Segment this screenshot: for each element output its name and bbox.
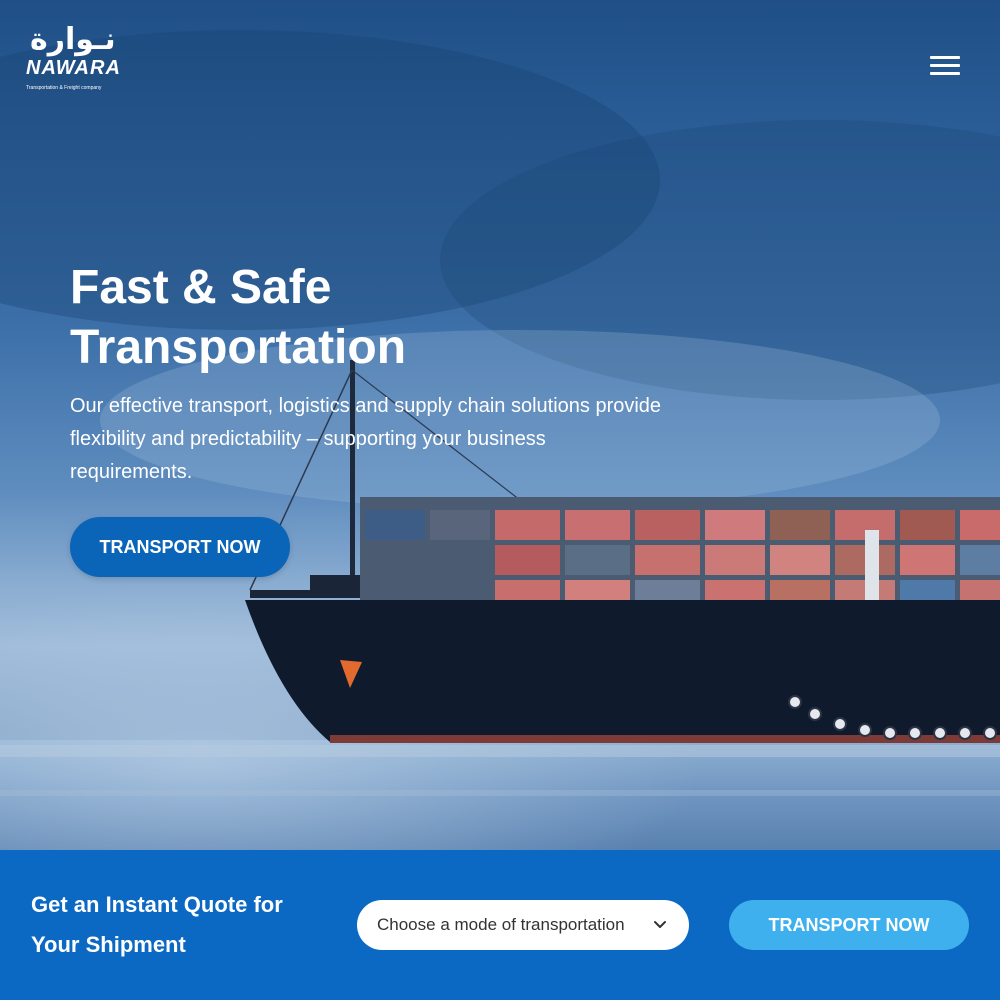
transport-mode-select[interactable]: Choose a mode of transportation <box>357 900 689 950</box>
logo-tagline: Transportation & Freight company <box>26 85 102 91</box>
nawara-logo[interactable]: نـوارة NAWARA Transportation & Freight c… <box>26 24 126 96</box>
transport-mode-select-value: Choose a mode of transportation <box>377 915 625 934</box>
ship-hull <box>245 600 1000 742</box>
hero-description: Our effective transport, logistics and s… <box>70 395 662 483</box>
hero-title-line-1: Fast & Safe <box>70 261 332 314</box>
hero-title-line-2: Transportation <box>70 321 407 374</box>
logo-brand-name: NAWARA <box>26 57 121 79</box>
quote-title: Get an Instant Quote for Your Shipment <box>31 892 283 957</box>
hero-section: نـوارة NAWARA Transportation & Freight c… <box>0 0 1000 850</box>
logo-arabic-text: نـوارة <box>30 23 116 56</box>
hero-transport-now-button[interactable]: TRANSPORT NOW <box>70 517 290 577</box>
hamburger-menu-icon[interactable] <box>926 52 964 80</box>
quote-transport-now-button[interactable]: TRANSPORT NOW <box>729 900 969 950</box>
chevron-down-icon <box>654 921 666 928</box>
hero-title: Fast & Safe Transportation <box>70 258 630 378</box>
